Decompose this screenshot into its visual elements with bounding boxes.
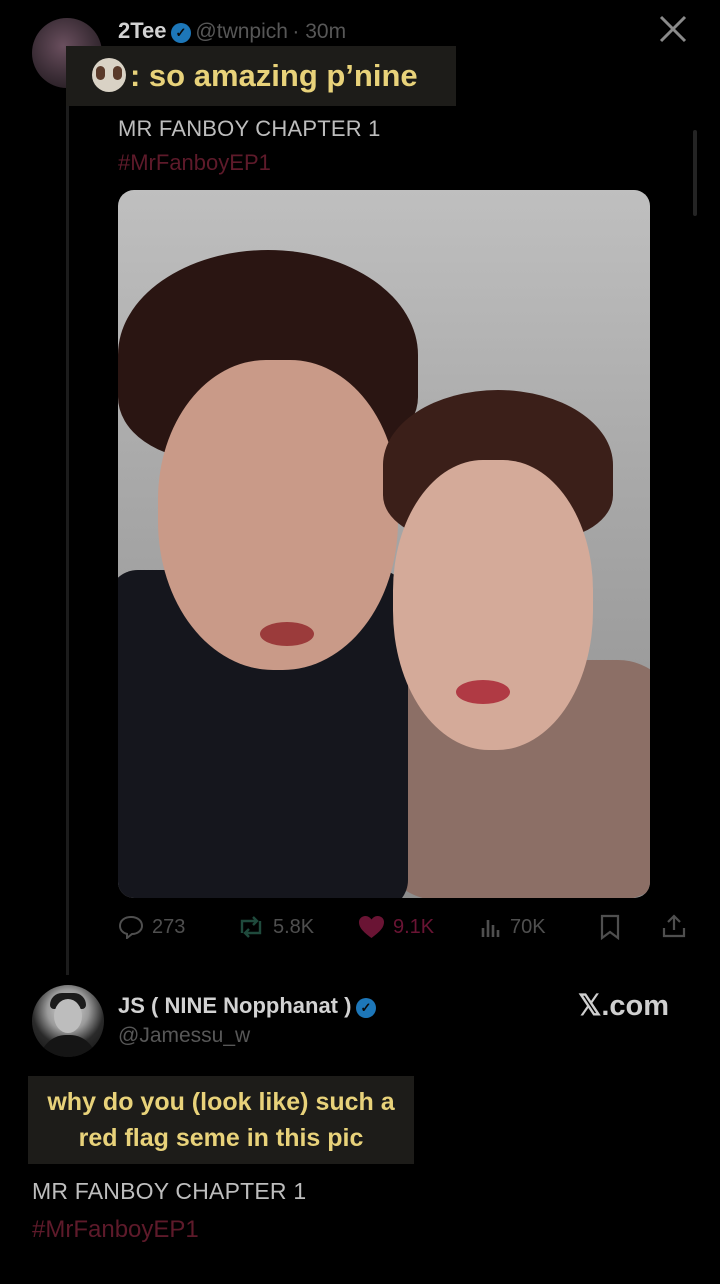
tweet-text: MR FANBOY CHAPTER 1: [118, 116, 381, 141]
timestamp[interactable]: · 30m: [292, 20, 346, 43]
handle[interactable]: @Jamessu_w: [118, 1024, 250, 1048]
views-icon: [481, 920, 500, 937]
thread-line: [66, 80, 69, 975]
heart-icon: [359, 916, 384, 938]
reply-button[interactable]: 273: [118, 912, 185, 942]
reply-text: MR FANBOY CHAPTER 1: [32, 1178, 307, 1204]
x-com-watermark: 𝕏.com: [578, 990, 670, 1022]
views-count: 70K: [510, 916, 546, 938]
scrollbar[interactable]: [693, 130, 697, 216]
like-button[interactable]: 9.1K: [358, 912, 434, 942]
reply-count: 273: [152, 916, 186, 938]
display-name[interactable]: JS ( NINE Nopphanat ): [118, 993, 351, 1018]
caption-line: red flag seme in this pic: [78, 1124, 364, 1152]
views-button[interactable]: 70K: [480, 912, 546, 942]
tweet-header: 2Tee ✓ @twnpich · 30m: [118, 17, 346, 45]
bookmark-icon[interactable]: [598, 914, 622, 940]
verified-icon: ✓: [355, 998, 376, 1018]
avatar[interactable]: [32, 985, 104, 1057]
caption-text: : so amazing p’nine: [130, 58, 418, 93]
like-count: 9.1K: [393, 916, 435, 938]
repost-button[interactable]: 5.8K: [237, 912, 314, 942]
tweet-photo[interactable]: [118, 190, 650, 898]
handle[interactable]: @twnpich: [195, 20, 288, 43]
repost-icon: [240, 916, 262, 938]
caption-overlay: : so amazing p’nine: [66, 46, 456, 106]
display-name[interactable]: 2Tee: [118, 18, 167, 43]
share-icon[interactable]: [661, 913, 687, 939]
caption-line: why do you (look like) such a: [47, 1088, 395, 1116]
close-icon[interactable]: [658, 14, 688, 44]
dog-emoji-icon: [92, 58, 126, 92]
verified-icon: ✓: [170, 23, 191, 43]
reply-icon: [118, 915, 144, 939]
repost-count: 5.8K: [273, 916, 315, 938]
reply-header: JS ( NINE Nopphanat ) ✓: [118, 991, 376, 1021]
caption-overlay: why do you (look like) such a red flag s…: [28, 1076, 414, 1164]
hashtag-link[interactable]: #MrFanboyEP1: [32, 1216, 199, 1244]
hashtag-link[interactable]: #MrFanboyEP1: [118, 150, 271, 176]
